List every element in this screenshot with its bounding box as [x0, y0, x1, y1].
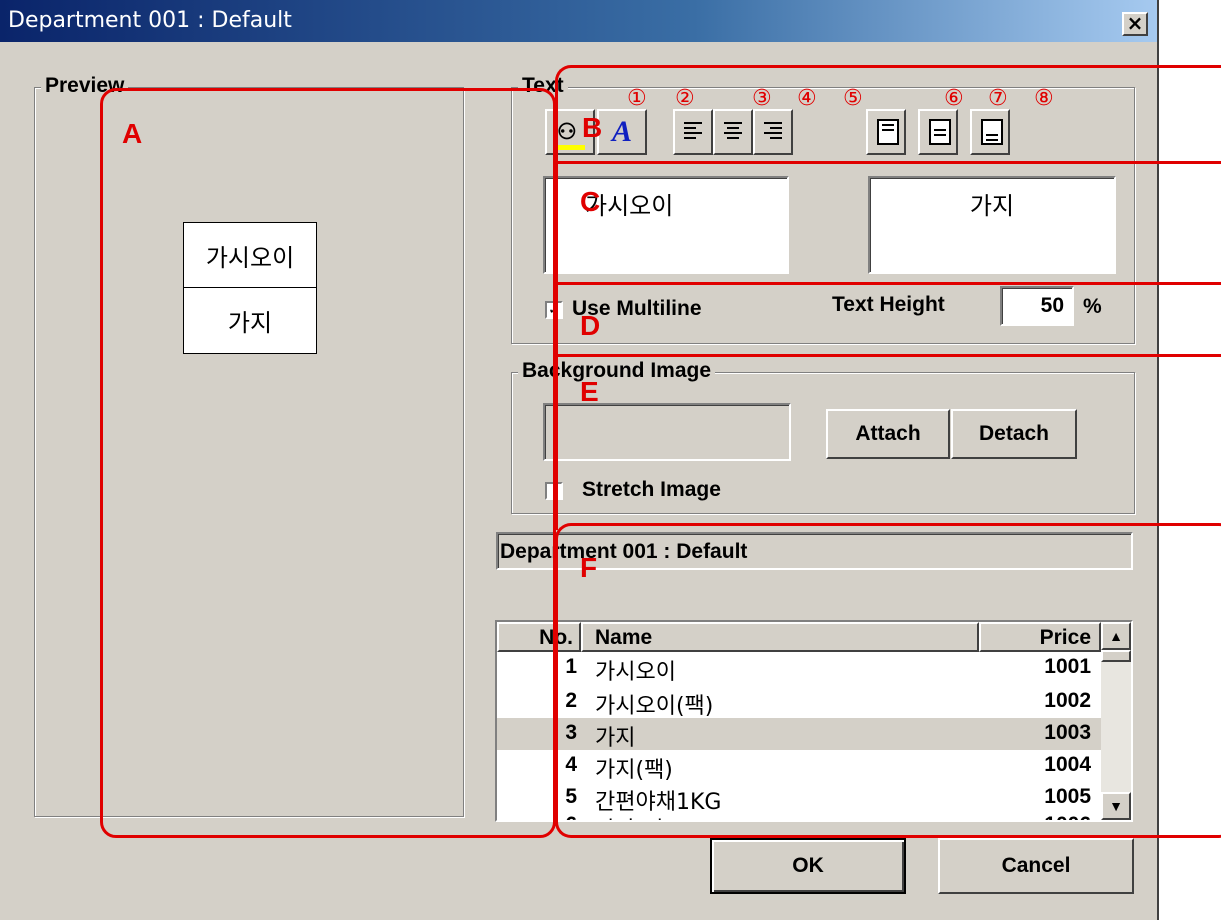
annotation-divider-b [556, 161, 1221, 164]
window-title: Department 001 : Default [8, 8, 292, 33]
annotation-divider-d [556, 354, 1221, 357]
annotation-letter-a: A [122, 118, 143, 149]
annotation-number-2: ② [675, 86, 695, 111]
annotation-number-6: ⑥ [944, 86, 964, 111]
annotation-a-frame [100, 88, 556, 838]
annotation-letter-b: B [582, 112, 603, 143]
cancel-button[interactable]: Cancel [938, 838, 1134, 894]
annotation-divider-c [556, 282, 1221, 285]
annotation-number-5: ⑤ [843, 86, 863, 111]
ok-button[interactable]: OK [710, 838, 906, 894]
annotation-text-frame [555, 65, 1221, 530]
annotation-number-3: ③ [752, 86, 772, 111]
annotation-number-1: ① [627, 86, 647, 111]
annotation-letter-f: F [580, 552, 598, 583]
annotation-f-frame [555, 523, 1221, 838]
title-bar[interactable]: Department 001 : Default × [0, 0, 1157, 42]
annotation-number-4: ④ [797, 86, 817, 111]
annotation-letter-e: E [580, 376, 599, 407]
close-button[interactable]: × [1122, 12, 1148, 36]
annotation-number-8: ⑧ [1034, 86, 1054, 111]
annotation-letter-d: D [580, 310, 601, 341]
annotation-number-7: ⑦ [988, 86, 1008, 111]
annotation-letter-c: C [580, 186, 601, 217]
